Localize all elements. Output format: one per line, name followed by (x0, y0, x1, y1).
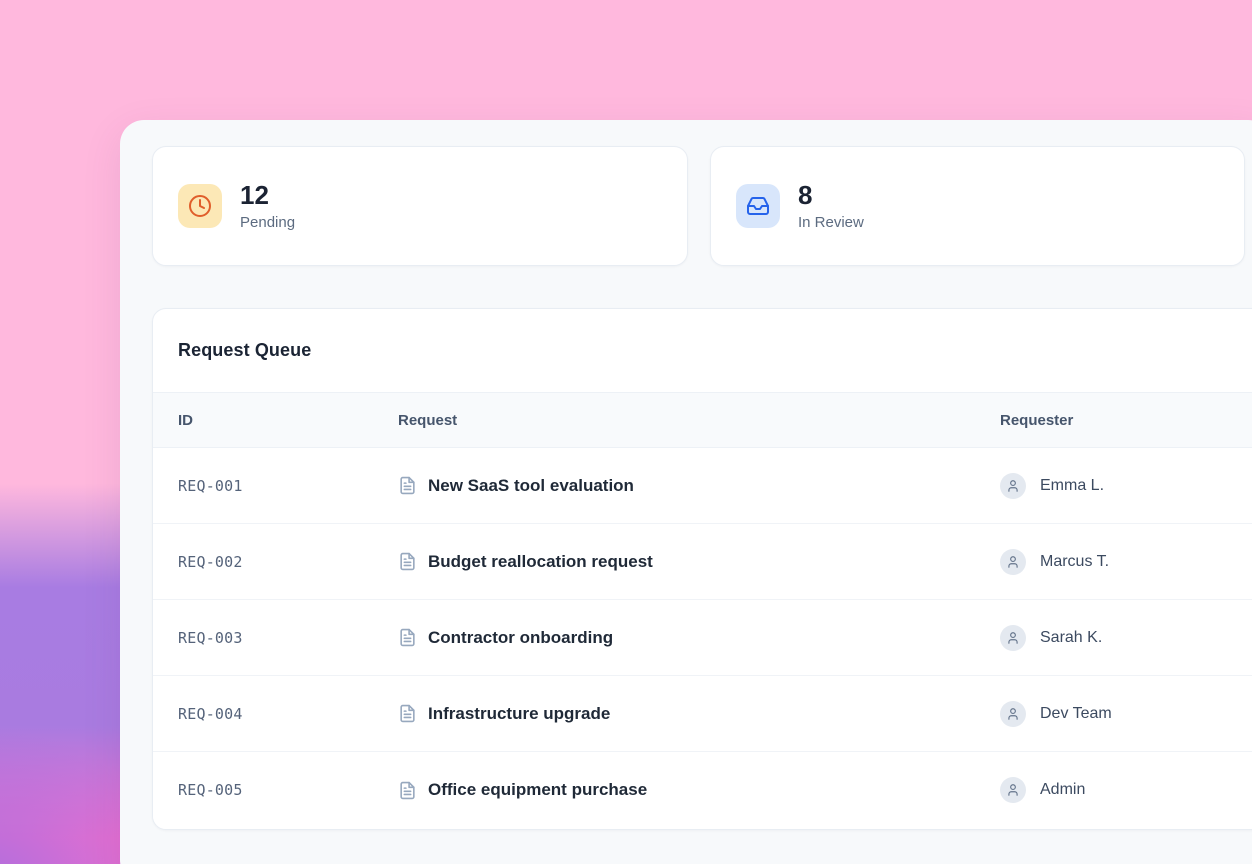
request-title: Infrastructure upgrade (428, 704, 610, 724)
request-title: Budget reallocation request (428, 552, 653, 572)
clock-icon (178, 184, 222, 228)
pending-count: 12 (240, 181, 295, 211)
request-id: REQ-002 (178, 553, 398, 571)
requester-name: Admin (1040, 781, 1085, 799)
document-icon (398, 704, 417, 723)
requester-name: Dev Team (1040, 705, 1112, 723)
table-row[interactable]: REQ-001 New SaaS tool evaluation (153, 448, 1252, 524)
request-name-cell: New SaaS tool evaluation (398, 476, 1000, 496)
request-id: REQ-004 (178, 705, 398, 723)
stat-card-in-review: 8 In Review (710, 146, 1245, 266)
request-queue-card: Request Queue ID Request Requester REQ-0… (152, 308, 1252, 830)
request-title: Contractor onboarding (428, 628, 613, 648)
pending-label: Pending (240, 214, 295, 231)
table-row[interactable]: REQ-002 Budget reallocation request (153, 524, 1252, 600)
request-name-cell: Office equipment purchase (398, 780, 1000, 800)
table-row[interactable]: REQ-003 Contractor onboarding Sa (153, 600, 1252, 676)
page-title: Request Queue (178, 340, 311, 361)
requester-cell: Sarah K. (1000, 625, 1252, 651)
request-name-cell: Infrastructure upgrade (398, 704, 1000, 724)
requester-cell: Admin (1000, 777, 1252, 803)
column-header-requester: Requester (1000, 412, 1252, 429)
table-body: REQ-001 New SaaS tool evaluation (153, 448, 1252, 828)
request-id: REQ-003 (178, 629, 398, 647)
table-row[interactable]: REQ-005 Office equipment purchase (153, 752, 1252, 828)
desktop-background: 12 Pending 8 In Review Request Queue (0, 0, 1252, 864)
request-name-cell: Contractor onboarding (398, 628, 1000, 648)
stat-card-pending: 12 Pending (152, 146, 688, 266)
in-review-label: In Review (798, 214, 864, 231)
avatar (1000, 777, 1026, 803)
request-name-cell: Budget reallocation request (398, 552, 1000, 572)
document-icon (398, 476, 417, 495)
table-row[interactable]: REQ-004 Infrastructure upgrade D (153, 676, 1252, 752)
requester-cell: Marcus T. (1000, 549, 1252, 575)
inbox-icon (736, 184, 780, 228)
column-header-id: ID (178, 412, 398, 429)
avatar (1000, 625, 1026, 651)
document-icon (398, 552, 417, 571)
main-panel: 12 Pending 8 In Review Request Queue (120, 120, 1252, 864)
column-header-request: Request (398, 412, 1000, 429)
table-header-row: ID Request Requester (153, 393, 1252, 448)
requester-name: Emma L. (1040, 477, 1104, 495)
request-title: Office equipment purchase (428, 780, 647, 800)
avatar (1000, 549, 1026, 575)
avatar (1000, 701, 1026, 727)
document-icon (398, 628, 417, 647)
request-id: REQ-001 (178, 477, 398, 495)
requester-cell: Dev Team (1000, 701, 1252, 727)
avatar (1000, 473, 1026, 499)
in-review-count: 8 (798, 181, 864, 211)
requester-cell: Emma L. (1000, 473, 1252, 499)
request-title: New SaaS tool evaluation (428, 476, 634, 496)
document-icon (398, 781, 417, 800)
table-title-row: Request Queue (153, 309, 1252, 393)
requester-name: Sarah K. (1040, 629, 1102, 647)
requester-name: Marcus T. (1040, 553, 1109, 571)
request-id: REQ-005 (178, 781, 398, 799)
